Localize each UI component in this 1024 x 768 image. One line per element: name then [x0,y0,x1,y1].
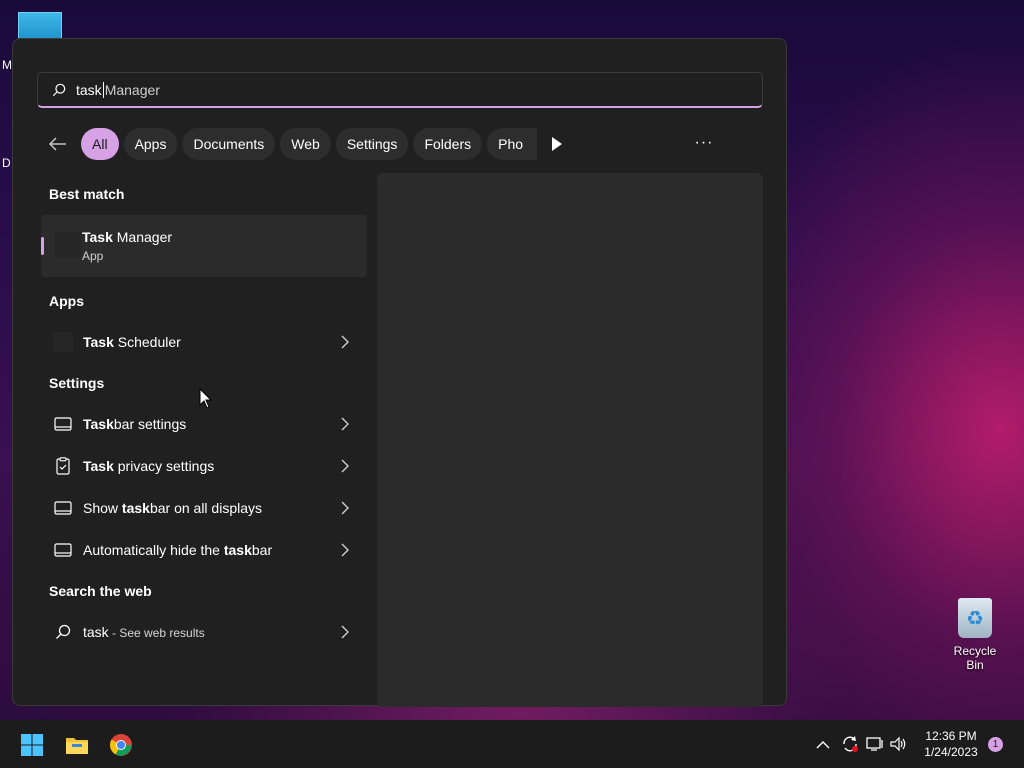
settings-result-auto-hide-taskbar[interactable]: Automatically hide the taskbar [41,530,367,570]
file-explorer-icon[interactable] [65,733,89,757]
clock-date: 1/24/2023 [924,745,978,759]
chevron-right-icon [341,335,349,349]
sync-icon[interactable] [840,734,860,754]
filter-chip-all[interactable]: All [81,128,119,160]
settings-result-show-taskbar-all-displays[interactable]: Show taskbar on all displays [41,488,367,528]
clipboard-icon [53,456,73,476]
network-icon[interactable] [866,736,884,752]
search-suggestion-text: Manager [104,81,160,98]
mouse-cursor-icon [199,388,213,409]
more-options-button[interactable]: ··· [693,131,715,155]
web-result-task[interactable]: task - See web results [41,612,367,652]
arrow-left-icon [49,137,66,151]
result-label: Automatically hide the taskbar [83,542,273,558]
recycle-bin-label: Recycle Bin [953,644,997,672]
task-manager-icon [55,232,81,258]
settings-result-taskbar-settings[interactable]: Taskbar settings [41,404,367,444]
windows-start-icon[interactable] [20,733,44,757]
filter-chip-photos[interactable]: Pho [487,128,538,160]
system-tray [816,732,908,756]
chevron-up-icon[interactable] [816,739,830,749]
clock[interactable]: 12:36 PM 1/24/2023 [906,728,996,760]
search-icon [53,622,73,642]
taskbar-icon [53,414,73,434]
result-label: task - See web results [83,624,205,640]
chevron-right-icon [341,459,349,473]
result-label: Show taskbar on all displays [83,500,263,516]
chevron-right-icon [341,543,349,557]
best-match-title: Task Manager [82,229,173,245]
best-match-item[interactable]: Task Manager App [41,215,367,277]
taskbar-icon [53,540,73,560]
section-best-match: Best match [49,186,125,202]
result-label: Taskbar settings [83,416,187,432]
filter-chip-web[interactable]: Web [280,128,331,160]
back-button[interactable] [43,129,73,159]
clock-time: 12:36 PM [925,729,977,743]
filter-bar: All Apps Documents Web Settings Folders … [43,128,542,160]
desktop-label-fragment: D [2,156,11,170]
filter-chip-folders[interactable]: Folders [413,128,483,160]
search-typed-text: task [76,81,102,98]
preview-pane [377,173,763,707]
search-input[interactable]: task Manager [37,72,763,108]
chevron-right-icon [341,625,349,639]
section-search-web: Search the web [49,583,152,599]
desktop-label-fragment: M [2,58,12,72]
selection-indicator [41,237,44,255]
chrome-browser-icon[interactable] [109,733,133,757]
task-scheduler-icon [53,332,73,352]
search-icon [52,83,66,96]
best-match-subtitle: App [82,249,104,263]
text-caret [102,81,104,98]
section-settings: Settings [49,375,105,391]
section-apps: Apps [49,293,84,309]
app-result-task-scheduler[interactable]: Task Scheduler [41,322,367,362]
result-label: Task privacy settings [83,458,215,474]
taskbar-icon [53,498,73,518]
scroll-right-icon[interactable] [550,136,564,152]
chevron-right-icon [341,417,349,431]
recycle-bin-icon: ♻ [958,598,992,638]
settings-result-task-privacy[interactable]: Task privacy settings [41,446,367,486]
recycle-bin[interactable]: ♻ Recycle Bin [944,598,1006,672]
search-panel: task Manager All Apps Documents Web Setti… [12,38,787,707]
filter-chip-documents[interactable]: Documents [182,128,276,160]
filter-chip-apps[interactable]: Apps [123,128,178,160]
notification-badge[interactable]: 1 [988,737,1003,752]
chevron-right-icon [341,501,349,515]
filter-chip-settings[interactable]: Settings [335,128,409,160]
result-label: Task Scheduler [83,334,181,350]
